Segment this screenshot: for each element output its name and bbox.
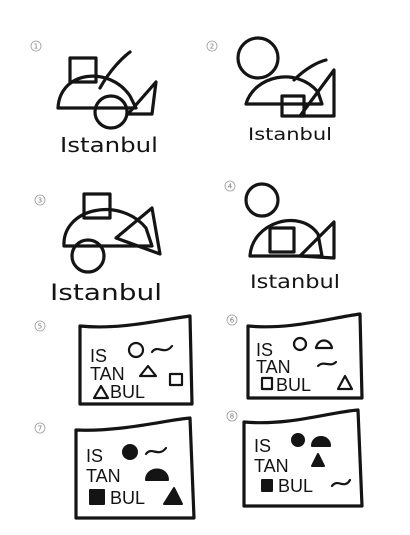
sketch-sheet: 1 Istanbul 2 Istanbul 3 Istanbul 4 Istan… — [0, 0, 410, 535]
badge-line-is-8: IS — [254, 436, 271, 456]
sketch-number-8: 8 — [226, 410, 238, 422]
svg-text:8: 8 — [230, 413, 234, 421]
sketch-8: 8 IS TAN BUL — [226, 408, 364, 508]
badge-line-bul-8: BUL — [278, 476, 313, 496]
badge-line-tan-8: TAN — [254, 456, 289, 476]
